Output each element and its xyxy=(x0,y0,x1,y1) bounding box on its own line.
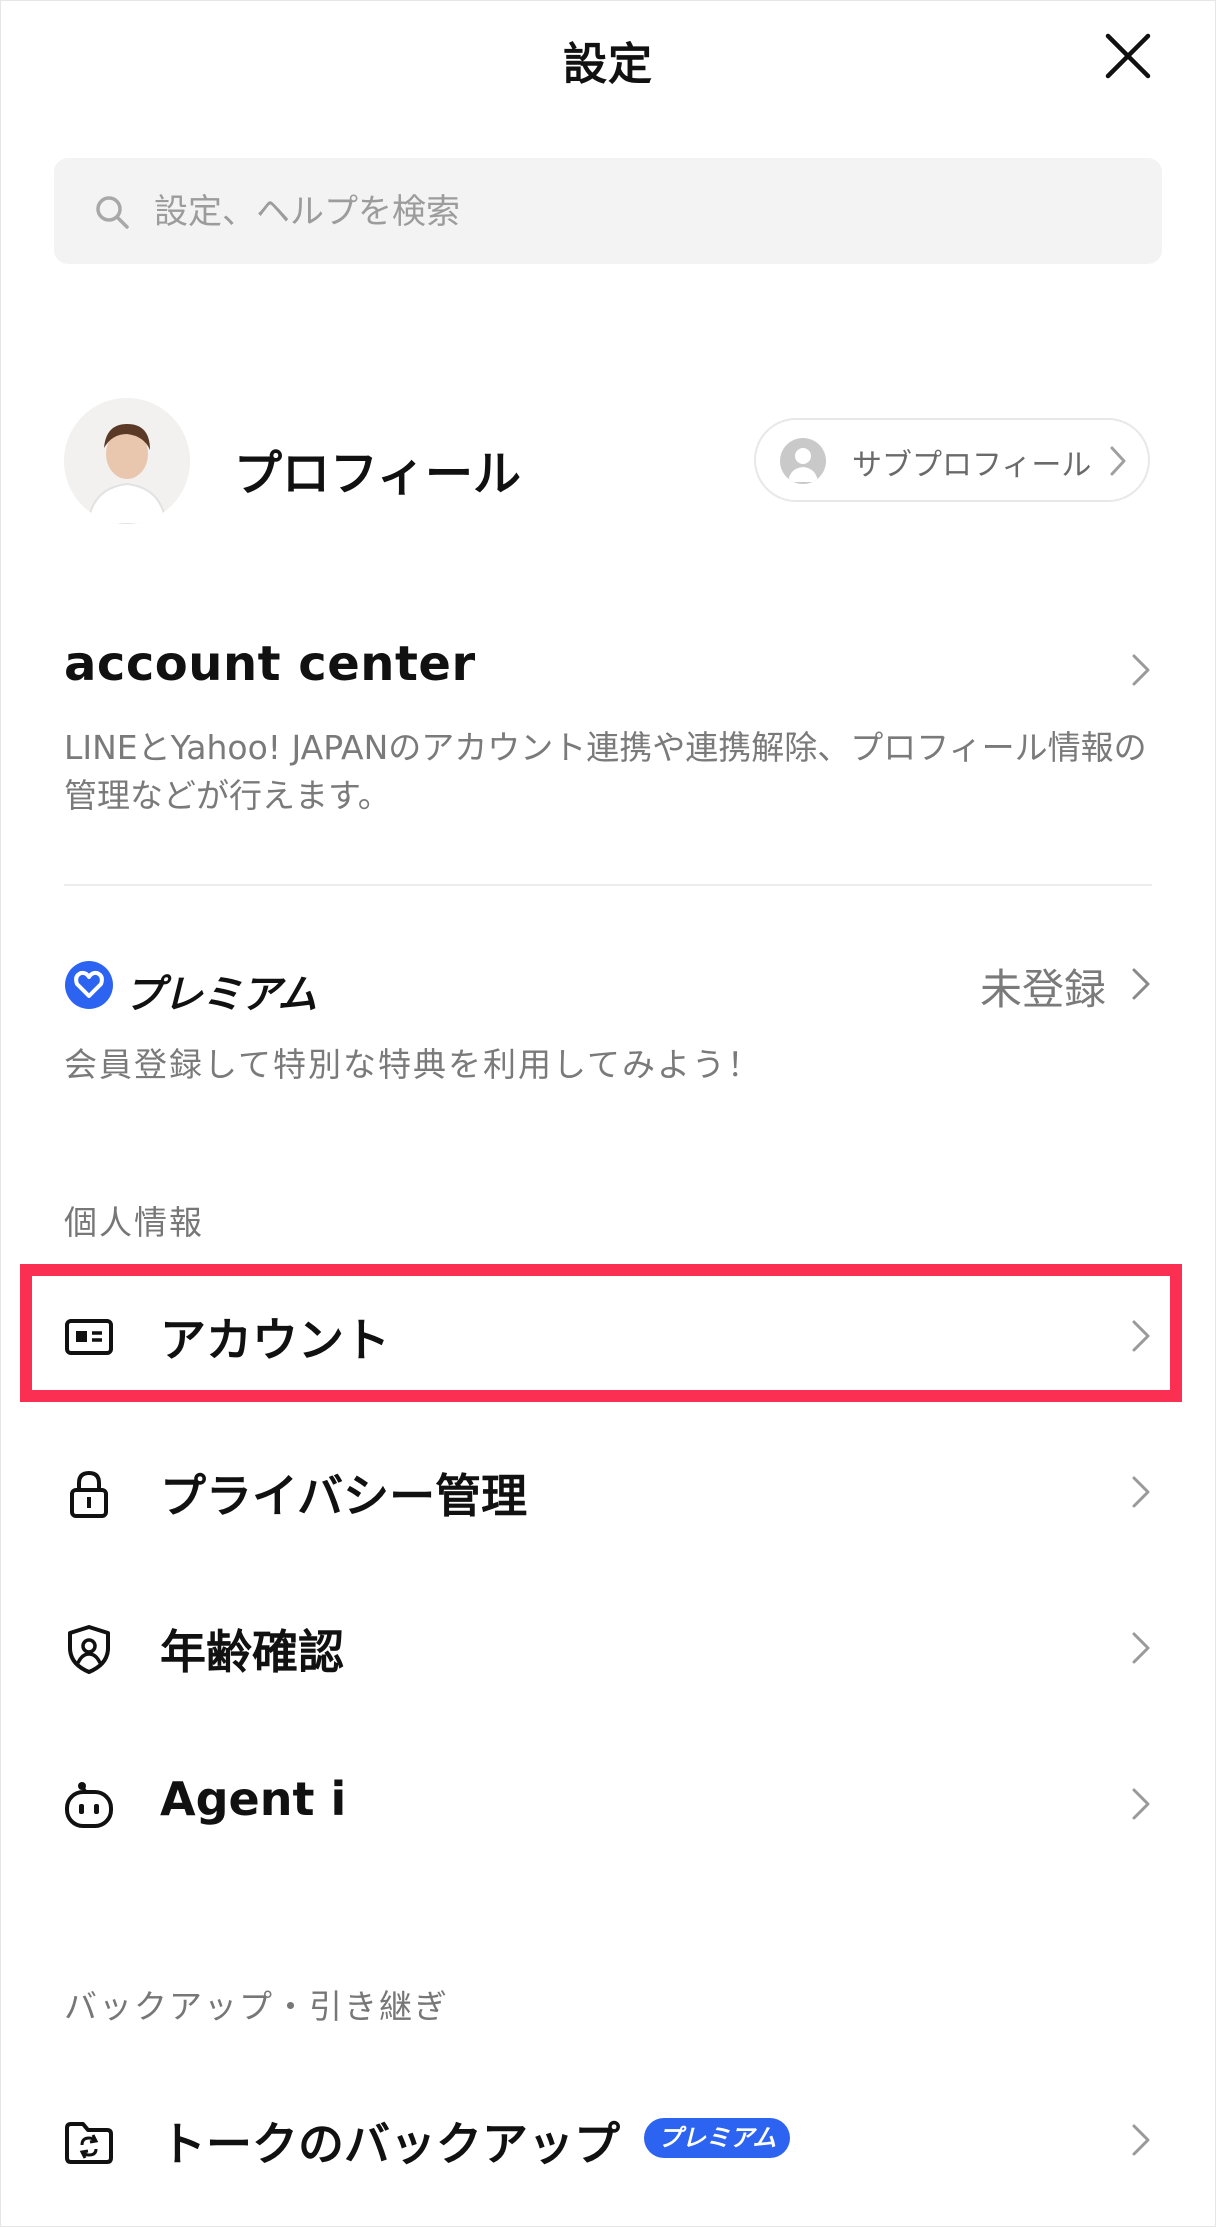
subprofile-avatar-icon xyxy=(780,438,826,484)
premium-status[interactable]: 未登録 xyxy=(980,956,1106,1017)
settings-item-label: トークのバックアップ xyxy=(160,2117,620,2171)
chevron-right-icon xyxy=(1132,1476,1150,1508)
chevron-right-icon xyxy=(1132,1788,1150,1820)
screen-frame xyxy=(0,0,1216,2227)
search-bar[interactable] xyxy=(54,158,1162,264)
settings-item-agent-i[interactable]: Agent i xyxy=(22,1726,1194,1876)
settings-item-label: 年齢確認 xyxy=(160,1625,344,1679)
profile-photo xyxy=(64,398,190,524)
settings-item-label: プライバシー管理 xyxy=(160,1469,528,1523)
highlight-box xyxy=(20,1264,1182,1402)
profile-name[interactable]: プロフィール xyxy=(234,434,521,504)
search-icon xyxy=(96,196,129,229)
section-title-personal: 個人情報 xyxy=(64,1203,204,1242)
subprofile-label: サブプロフィール xyxy=(852,448,1092,483)
avatar[interactable] xyxy=(64,398,190,524)
chevron-right-icon xyxy=(1132,1632,1150,1664)
chevron-right-icon xyxy=(1132,2124,1150,2156)
section-title-backup: バックアップ・引き継ぎ xyxy=(64,1987,449,2026)
chevron-right-icon[interactable] xyxy=(1130,966,1152,1002)
lock-icon xyxy=(70,1470,108,1518)
age-verification-shield-icon xyxy=(68,1625,110,1674)
settings-item-privacy[interactable]: プライバシー管理 xyxy=(22,1414,1194,1564)
account-center-title[interactable]: account center xyxy=(64,636,476,692)
robot-icon xyxy=(65,1782,113,1828)
chevron-right-icon xyxy=(1110,446,1126,476)
divider xyxy=(64,884,1152,886)
premium-description: 会員登録して特別な特典を利用してみよう！ xyxy=(64,1045,763,1084)
settings-item-age-verification[interactable]: 年齢確認 xyxy=(22,1570,1194,1720)
settings-item-talk-backup[interactable]: トークのバックアップ プレミアム xyxy=(22,2062,1194,2212)
close-icon xyxy=(1105,33,1151,79)
chevron-right-icon[interactable] xyxy=(1130,652,1152,688)
close-button[interactable] xyxy=(1100,28,1156,84)
page-title: 設定 xyxy=(563,39,653,90)
subprofile-button[interactable]: サブプロフィール xyxy=(754,418,1150,502)
premium-heart-icon xyxy=(65,961,113,1009)
account-center-description: LINEとYahoo! JAPANのアカウント連携や連携解除、プロフィール情報の… xyxy=(64,728,1147,815)
premium-label: プレミアム xyxy=(124,972,317,1018)
premium-badge: プレミアム xyxy=(644,2118,791,2158)
settings-item-label: Agent i xyxy=(160,1772,347,1826)
folder-sync-icon xyxy=(65,2122,113,2164)
search-input[interactable] xyxy=(152,186,1116,238)
